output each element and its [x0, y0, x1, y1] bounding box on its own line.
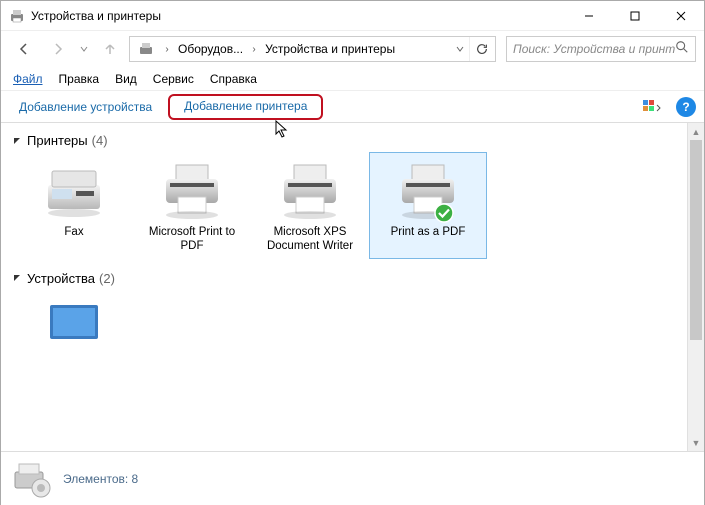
- device-label: Microsoft Print to PDF: [138, 225, 246, 254]
- scroll-track[interactable]: [688, 140, 704, 434]
- menu-view[interactable]: Вид: [107, 70, 145, 88]
- printer-icon: [156, 159, 228, 221]
- nav-row: › Оборудов... › Устройства и принтеры: [1, 31, 704, 67]
- maximize-button[interactable]: [612, 1, 658, 31]
- printers-items: Fax Microsoft Print to PDF: [11, 152, 677, 259]
- nav-up-button[interactable]: [95, 35, 125, 63]
- search-box[interactable]: [506, 36, 696, 62]
- status-devices-icon: [11, 458, 53, 500]
- group-printers-header[interactable]: Принтеры (4): [11, 127, 677, 152]
- address-segment-2[interactable]: Устройства и принтеры: [261, 42, 399, 56]
- group-devices-name: Устройства: [27, 271, 95, 286]
- device-label: Microsoft XPS Document Writer: [256, 225, 364, 254]
- menu-file[interactable]: Файл: [5, 70, 51, 88]
- default-check-icon: [434, 203, 454, 223]
- group-printers-name: Принтеры: [27, 133, 88, 148]
- status-bar: Элементов: 8: [1, 451, 704, 505]
- devices-items: [11, 290, 677, 340]
- group-devices-header[interactable]: Устройства (2): [11, 265, 677, 290]
- toolbar: Добавление устройства Добавление принтер…: [1, 91, 704, 123]
- titlebar: Устройства и принтеры: [1, 1, 704, 31]
- menu-help[interactable]: Справка: [202, 70, 265, 88]
- menu-bar: Файл Правка Вид Сервис Справка: [1, 67, 704, 91]
- device-label: Fax: [64, 225, 83, 239]
- add-printer-button[interactable]: Добавление принтера: [168, 94, 323, 120]
- printer-icon: [274, 159, 346, 221]
- scroll-down-button[interactable]: ▼: [688, 434, 704, 451]
- caret-down-icon: [11, 272, 23, 284]
- scroll-up-button[interactable]: ▲: [688, 123, 704, 140]
- add-printer-label: Добавление принтера: [184, 99, 307, 113]
- address-history-dropdown[interactable]: [451, 37, 469, 61]
- status-elements-count: 8: [132, 472, 139, 486]
- vertical-scrollbar[interactable]: ▲ ▼: [687, 123, 704, 451]
- group-devices-count: (2): [99, 271, 115, 286]
- search-input[interactable]: [513, 42, 675, 56]
- nav-history-chevron[interactable]: [77, 35, 91, 63]
- address-chevron-icon[interactable]: ›: [247, 44, 261, 55]
- fax-icon: [38, 159, 110, 221]
- nav-back-button[interactable]: [9, 35, 39, 63]
- close-button[interactable]: [658, 1, 704, 31]
- device-label: Print as a PDF: [391, 225, 466, 239]
- device-item-fax[interactable]: Fax: [15, 152, 133, 259]
- scroll-thumb[interactable]: [690, 140, 702, 340]
- device-item-monitor[interactable]: [15, 290, 133, 340]
- menu-tools[interactable]: Сервис: [145, 70, 202, 88]
- printer-icon: [392, 159, 464, 221]
- address-bar[interactable]: › Оборудов... › Устройства и принтеры: [129, 36, 496, 62]
- status-text: Элементов: 8: [63, 472, 138, 486]
- monitor-icon: [38, 297, 110, 340]
- device-item-xps-writer[interactable]: Microsoft XPS Document Writer: [251, 152, 369, 259]
- menu-edit[interactable]: Правка: [51, 70, 108, 88]
- nav-forward-button[interactable]: [43, 35, 73, 63]
- refresh-button[interactable]: [469, 37, 493, 61]
- content-area: Принтеры (4) Fax: [1, 123, 704, 451]
- address-segment-1[interactable]: Оборудов...: [174, 42, 247, 56]
- caret-down-icon: [11, 135, 23, 147]
- window-controls: [566, 1, 704, 31]
- help-button[interactable]: ?: [676, 97, 696, 117]
- device-item-ms-print-pdf[interactable]: Microsoft Print to PDF: [133, 152, 251, 259]
- add-device-button[interactable]: Добавление устройства: [9, 97, 162, 117]
- minimize-button[interactable]: [566, 1, 612, 31]
- status-elements-label: Элементов:: [63, 472, 128, 486]
- devices-printers-icon: [9, 8, 25, 24]
- address-icon: [136, 39, 156, 59]
- address-chevron-icon[interactable]: ›: [160, 44, 174, 55]
- view-options-button[interactable]: [638, 95, 666, 119]
- group-printers-count: (4): [92, 133, 108, 148]
- window-title: Устройства и принтеры: [31, 9, 566, 23]
- search-icon: [675, 40, 689, 59]
- device-item-print-as-pdf[interactable]: Print as a PDF: [369, 152, 487, 259]
